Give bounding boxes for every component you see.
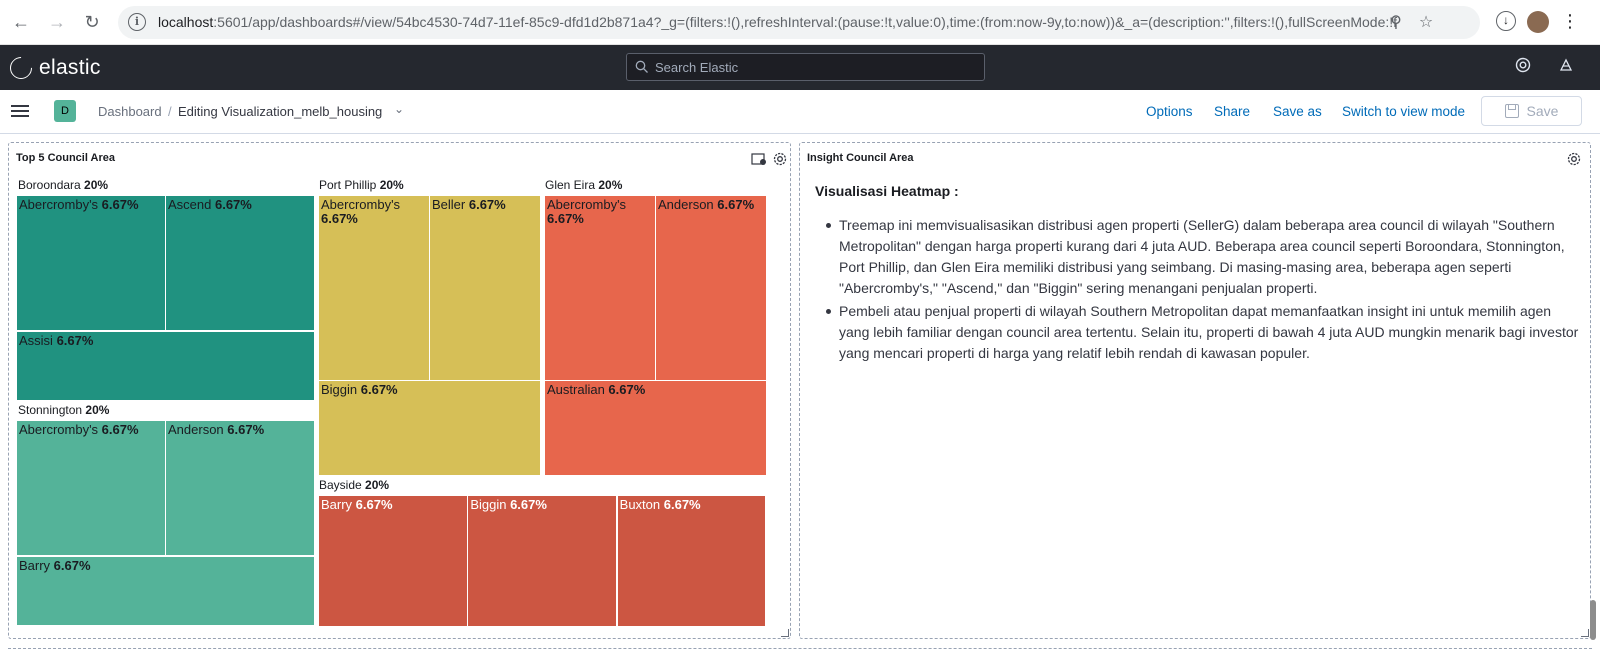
insight-bullet: Pembeli atau penjual properti di wilayah… <box>826 301 1580 364</box>
treemap-cell-label: Assisi 6.67% <box>19 332 94 348</box>
next-panel-border <box>8 648 1592 649</box>
switch-to-view-mode-button[interactable]: Switch to view mode <box>1342 104 1465 119</box>
treemap-cell-label: Abercromby's 6.67% <box>19 197 139 212</box>
treemap-cell-label: Biggin 6.67% <box>321 382 398 398</box>
insight-heading: Visualisasi Heatmap : <box>815 183 959 199</box>
address-bar[interactable]: i localhost:5601/app/dashboards#/view/54… <box>118 6 1480 39</box>
treemap-cell-label: Anderson 6.67% <box>658 197 755 212</box>
share-button[interactable]: Share <box>1214 104 1250 119</box>
brand-name: elastic <box>39 56 101 79</box>
treemap-cell[interactable]: Biggin 6.67% <box>468 496 617 626</box>
resize-handle[interactable] <box>781 629 789 637</box>
forward-icon[interactable]: → <box>45 10 69 34</box>
treemap-cell[interactable]: Beller 6.67% <box>430 196 540 380</box>
treemap-cell[interactable]: Barry 6.67% <box>17 556 314 626</box>
treemap-chart[interactable]: Boroondara 20% Abercromby's 6.67% Ascend 6… <box>9 143 809 662</box>
treemap-cell[interactable]: Assisi 6.67% <box>17 331 314 401</box>
save-button-label: Save <box>1526 103 1559 119</box>
reload-icon[interactable]: ↻ <box>80 10 104 34</box>
breadcrumb-dashboard[interactable]: Dashboard <box>98 104 162 119</box>
insight-list: Treemap ini memvisualisasikan distribusi… <box>815 215 1580 364</box>
treemap-group-label: Port Phillip 20% <box>319 178 404 192</box>
panel-title: Insight Council Area <box>807 152 914 164</box>
profile-avatar[interactable] <box>1527 11 1549 33</box>
bookmark-star-icon[interactable]: ☆ <box>1416 13 1436 33</box>
save-button[interactable]: Save <box>1481 96 1582 126</box>
treemap-cell[interactable]: Barry 6.67% <box>319 496 467 626</box>
treemap-cell[interactable]: Biggin 6.67% <box>319 381 540 476</box>
treemap-group-label: Stonnington 20% <box>18 403 110 417</box>
treemap-cell-label: Buxton 6.67% <box>619 497 701 512</box>
resize-handle[interactable] <box>1581 629 1589 637</box>
treemap-cell[interactable]: Abercromby's 6.67% <box>545 196 655 380</box>
treemap-cell-label: Abercromby's 6.67% <box>321 197 401 226</box>
treemap-cell-label: Abercromby's 6.67% <box>547 197 627 226</box>
treemap-cell[interactable]: Abercromby's 6.67% <box>17 421 165 556</box>
treemap-cell-label: Anderson 6.67% <box>168 422 265 437</box>
treemap-cell[interactable]: Anderson 6.67% <box>166 421 314 556</box>
treemap-cell-label: Biggin 6.67% <box>470 497 547 512</box>
kibana-header: elastic <box>0 45 1600 90</box>
back-icon[interactable]: ← <box>9 10 33 34</box>
insight-bullet: Treemap ini memvisualisasikan distribusi… <box>826 215 1580 299</box>
markdown-content: Visualisasi Heatmap : Treemap ini memvis… <box>815 183 1580 366</box>
chevron-down-icon[interactable]: ⌄ <box>394 102 404 116</box>
treemap-group-label: Boroondara 20% <box>18 178 109 192</box>
panel-options-gear-icon[interactable] <box>1566 151 1582 167</box>
options-button[interactable]: Options <box>1146 104 1193 119</box>
treemap-cell[interactable]: Ascend 6.67% <box>166 196 314 331</box>
treemap-cell-label: Abercromby's 6.67% <box>19 422 139 437</box>
treemap-cell[interactable]: Anderson 6.67% <box>656 196 766 380</box>
insight-panel[interactable]: Insight Council Area Visualisasi Heatmap… <box>799 142 1591 639</box>
search-input[interactable] <box>655 57 975 77</box>
elastic-logo[interactable]: elastic <box>5 52 101 84</box>
breadcrumb-bar: D Dashboard / Editing Visualization_melb… <box>0 90 1600 134</box>
treemap-cell-label: Beller 6.67% <box>432 197 506 212</box>
elastic-logo-icon <box>5 52 37 84</box>
news-feed-icon[interactable] <box>1555 57 1577 79</box>
treemap-cell[interactable]: Australian 6.67% <box>545 381 766 476</box>
zoom-icon[interactable]: ⚲ <box>1386 13 1406 33</box>
treemap-group-label: Bayside 20% <box>319 478 390 492</box>
help-icon[interactable] <box>1512 57 1534 79</box>
treemap-group-label: Glen Eira 20% <box>545 178 623 192</box>
download-icon[interactable]: ↓ <box>1496 11 1516 31</box>
chrome-menu-icon[interactable]: ⋮ <box>1560 11 1580 31</box>
treemap-cell-label: Barry 6.67% <box>321 497 393 512</box>
page-scrollbar[interactable] <box>1590 600 1596 640</box>
treemap-cell[interactable]: Abercromby's 6.67% <box>319 196 429 380</box>
breadcrumb-separator: / <box>168 104 172 119</box>
treemap-cell-label: Barry 6.67% <box>19 557 91 573</box>
save-as-button[interactable]: Save as <box>1273 104 1322 119</box>
treemap-cell[interactable]: Abercromby's 6.67% <box>17 196 165 331</box>
menu-icon[interactable] <box>11 102 29 120</box>
browser-toolbar: ← → ↻ i localhost:5601/app/dashboards#/v… <box>0 0 1600 45</box>
save-icon <box>1504 104 1519 118</box>
site-info-icon[interactable]: i <box>128 13 146 31</box>
treemap-panel[interactable]: Top 5 Council Area Boroondara 20% Abercro… <box>8 142 791 639</box>
global-search[interactable] <box>626 53 985 81</box>
space-avatar[interactable]: D <box>54 100 76 122</box>
dashboard-canvas: Top 5 Council Area Boroondara 20% Abercro… <box>0 134 1600 653</box>
treemap-cell-label: Australian 6.67% <box>547 382 646 398</box>
breadcrumb-current[interactable]: Editing Visualization_melb_housing <box>178 104 382 119</box>
search-icon <box>635 60 648 73</box>
treemap-cell[interactable]: Buxton 6.67% <box>617 496 766 626</box>
treemap-cell-label: Ascend 6.67% <box>168 197 252 212</box>
url-text[interactable]: localhost:5601/app/dashboards#/view/54bc… <box>158 14 1398 30</box>
